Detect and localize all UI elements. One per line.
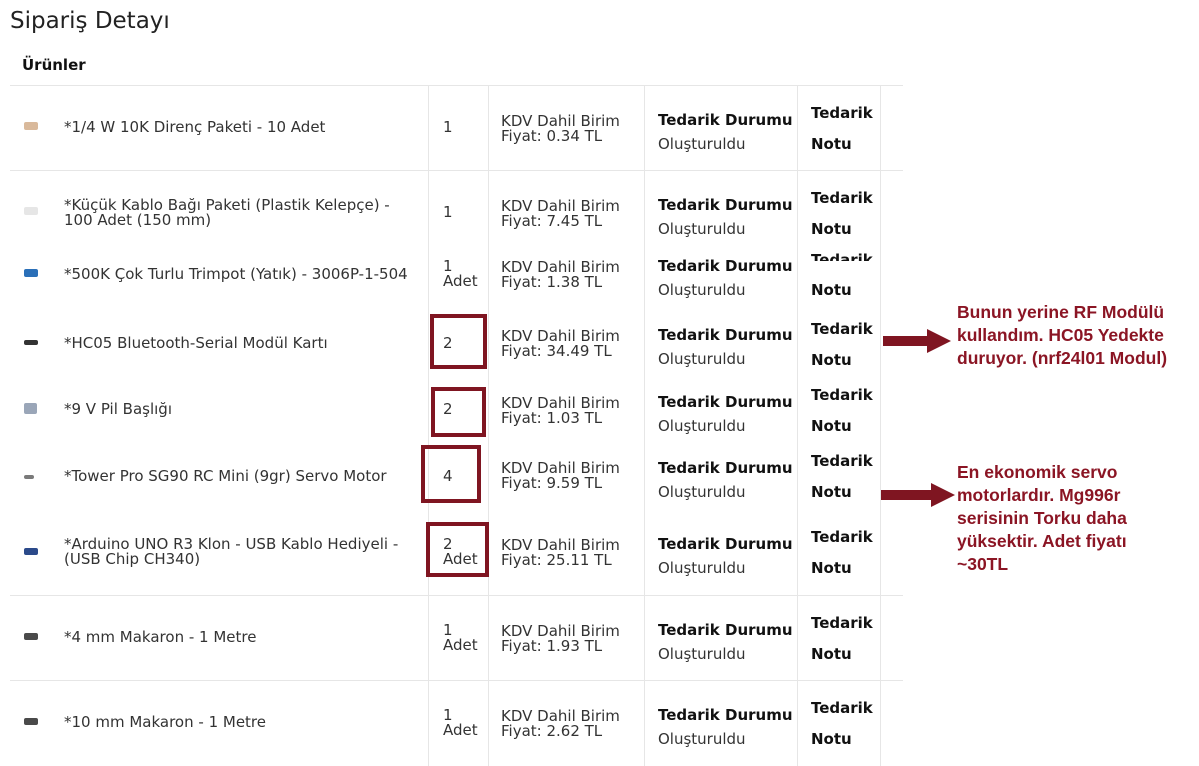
supply-status-value: Oluşturuldu (658, 135, 746, 153)
annotation-line: Bunun yerine RF Modülü (957, 302, 1165, 322)
supply-note-label: Tedarik (811, 104, 873, 122)
product-thumbnail[interactable] (24, 122, 38, 130)
supply-status-value: Oluşturuldu (658, 350, 746, 368)
quantity-highlight-box (431, 387, 486, 437)
supply-note-label: Notu (811, 730, 852, 748)
supply-note-label: Tedarik (811, 614, 873, 632)
quantity-value: 1 (443, 118, 453, 136)
product-thumbnail[interactable] (24, 207, 38, 215)
price-value: Fiyat: 9.59 TL (501, 474, 603, 492)
annotation-line: serisinin Torku daha (957, 508, 1127, 528)
section-title: Ürünler (22, 56, 86, 74)
quantity-value: 1 Adet (443, 706, 478, 739)
supply-note-label: Notu (811, 281, 852, 299)
page-title: Sipariş Detayı (10, 8, 170, 34)
supply-status-title: Tedarik Durumu (658, 326, 793, 344)
product-name-link[interactable]: *10 mm Makaron - 1 Metre (64, 715, 414, 730)
supply-note-label: Notu (811, 135, 852, 153)
supply-status-value: Oluşturuldu (658, 559, 746, 577)
table-row: *Küçük Kablo Bağı Paketi (Plastik Kelepç… (10, 170, 903, 256)
supply-status-title: Tedarik Durumu (658, 535, 793, 553)
quantity-highlight-box (426, 522, 489, 577)
quantity-highlight-box (430, 314, 487, 369)
supply-status-title: Tedarik Durumu (658, 196, 793, 214)
table-row: *4 mm Makaron - 1 Metre 1 Adet KDV Dahil… (10, 595, 903, 681)
supply-note-label: Tedarik (811, 189, 873, 207)
product-thumbnail[interactable] (24, 548, 38, 555)
supply-status-title: Tedarik Durumu (658, 111, 793, 129)
product-name-link[interactable]: *9 V Pil Başlığı (64, 402, 414, 417)
supply-status-value: Oluşturuldu (658, 220, 746, 238)
supply-note-label: Notu (811, 220, 852, 238)
price-value: Fiyat: 25.11 TL (501, 551, 612, 569)
product-image-cell (10, 86, 56, 171)
price-value: Fiyat: 2.62 TL (501, 722, 603, 740)
product-name-link[interactable]: *1/4 W 10K Direnç Paketi - 10 Adet (64, 120, 414, 135)
supply-status-title: Tedarik Durumu (658, 459, 793, 477)
supply-note-label: Notu (811, 559, 852, 577)
table-row: *10 mm Makaron - 1 Metre 1 Adet KDV Dahi… (10, 680, 903, 766)
product-name-link[interactable]: *Küçük Kablo Bağı Paketi (Plastik Kelepç… (64, 198, 414, 228)
supply-note-label: Tedarik (811, 320, 873, 338)
supply-status-value: Oluşturuldu (658, 417, 746, 435)
annotation-line: En ekonomik servo (957, 462, 1118, 482)
quantity-highlight-box (421, 445, 481, 503)
hc05-annotation: Bunun yerine RF Modülü kullandım. HC05 Y… (957, 301, 1167, 370)
price-value: Fiyat: 0.34 TL (501, 127, 603, 145)
annotation-line: kullandım. HC05 Yedekte (957, 325, 1164, 345)
price-value: Fiyat: 1.93 TL (501, 637, 603, 655)
supply-status-value: Oluşturuldu (658, 281, 746, 299)
product-thumbnail[interactable] (24, 633, 38, 640)
annotation-line: yüksektir. Adet fiyatı (957, 531, 1127, 551)
supply-note-label: Tedarik (811, 251, 873, 261)
servo-annotation: En ekonomik servo motorlardır. Mg996r se… (957, 461, 1127, 576)
supply-note-label: Tedarik (811, 528, 873, 546)
supply-status-value: Oluşturuldu (658, 730, 746, 748)
supply-status-value: Oluşturuldu (658, 483, 746, 501)
table-row: *1/4 W 10K Direnç Paketi - 10 Adet 1 KDV… (10, 85, 903, 171)
quantity-value: 1 Adet (443, 621, 478, 654)
price-value: Fiyat: 34.49 TL (501, 342, 612, 360)
product-name-link[interactable]: *500K Çok Turlu Trimpot (Yatık) - 3006P-… (64, 267, 414, 282)
quantity-value: 1 (443, 203, 453, 221)
product-thumbnail[interactable] (24, 269, 38, 277)
product-name-link[interactable]: *Tower Pro SG90 RC Mini (9gr) Servo Moto… (64, 469, 414, 484)
price-value: Fiyat: 1.03 TL (501, 409, 603, 427)
supply-note-label: Notu (811, 645, 852, 663)
annotation-line: motorlardır. Mg996r (957, 485, 1121, 505)
product-name-link[interactable]: *4 mm Makaron - 1 Metre (64, 630, 414, 645)
supply-status-title: Tedarik Durumu (658, 621, 793, 639)
supply-note-label: Notu (811, 417, 852, 435)
supply-note-label: Notu (811, 483, 852, 501)
product-thumbnail[interactable] (24, 475, 34, 479)
annotation-line: duruyor. (nrf24l01 Modul) (957, 348, 1168, 368)
price-value: Fiyat: 1.38 TL (501, 273, 603, 291)
supply-status-value: Oluşturuldu (658, 645, 746, 663)
supply-note-label: Tedarik (811, 452, 873, 470)
price-value: Fiyat: 7.45 TL (501, 212, 603, 230)
supply-status-title: Tedarik Durumu (658, 257, 793, 275)
annotation-line: ~30TL (957, 554, 1009, 574)
supply-note-label: Tedarik (811, 386, 873, 404)
table-row: *500K Çok Turlu Trimpot (Yatık) - 3006P-… (10, 251, 903, 311)
supply-note-label: Notu (811, 351, 852, 369)
supply-note-label: Tedarik (811, 699, 873, 717)
supply-status-title: Tedarik Durumu (658, 706, 793, 724)
supply-status-title: Tedarik Durumu (658, 393, 793, 411)
quantity-value: 1 Adet (443, 257, 478, 290)
product-thumbnail[interactable] (24, 718, 38, 725)
product-thumbnail[interactable] (24, 340, 38, 345)
product-name-link[interactable]: *Arduino UNO R3 Klon - USB Kablo Hediyel… (64, 537, 414, 567)
arrow-right-icon (883, 329, 951, 353)
product-thumbnail[interactable] (24, 403, 37, 414)
product-name-link[interactable]: *HC05 Bluetooth-Serial Modül Kartı (64, 336, 414, 351)
arrow-right-icon (881, 483, 955, 507)
